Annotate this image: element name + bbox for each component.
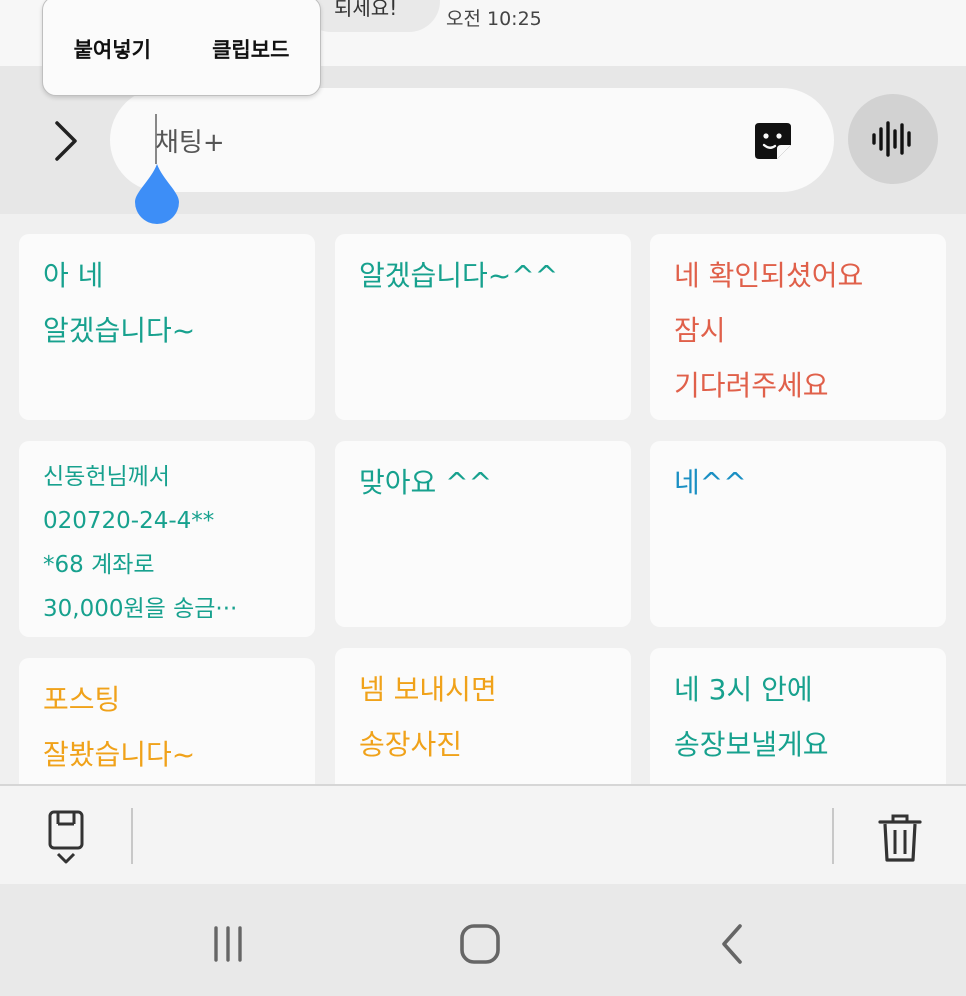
back-button[interactable] [708,920,756,968]
clipboard-item[interactable]: 아 네 알겠습니다~ [19,234,315,420]
back-icon [722,924,742,964]
message-input-text: 채팅+ [155,128,225,158]
clipboard-item[interactable]: 네 3시 안에 송장보낼게요 [650,648,946,784]
system-nav-bar [0,884,966,996]
clipboard-item-text: 알겠습니다~^^ [359,259,559,292]
trash-icon[interactable] [876,812,924,864]
voice-input-button[interactable] [848,94,938,184]
clipboard-item-text: 포스팅 잘봤습니다~ [43,683,196,771]
expand-button[interactable] [40,115,92,167]
clipboard-item-text: 맞아요 ^^ [359,466,493,499]
recents-button[interactable] [204,920,252,968]
clipboard-item[interactable]: 네^^ [650,441,946,627]
home-button[interactable] [456,920,504,968]
clipboard-item[interactable]: 신동헌님께서 020720-24-4** *68 계좌로 30,000원을 송금… [19,441,315,637]
sticker-icon [755,123,791,159]
clipboard-item-text: 네 확인되셨어요 잠시 기다려주세요 [674,259,864,402]
text-selection-handle[interactable] [133,162,181,224]
sticker-button[interactable] [750,118,796,164]
toolbar-divider [131,808,133,864]
clipboard-item[interactable]: 네 확인되셨어요 잠시 기다려주세요 [650,234,946,420]
clipboard-toolbar [0,784,966,884]
clipboard-item[interactable]: 알겠습니다~^^ [335,234,631,420]
voice-wave-icon [872,121,911,157]
recents-icon [214,926,242,962]
clipboard-item[interactable]: 포스팅 잘봤습니다~ [19,658,315,784]
paste-icon[interactable] [44,808,88,868]
toolbar-divider [832,808,834,864]
message-input[interactable]: 채팅+ [110,88,834,192]
home-icon [460,924,500,964]
message-bubble[interactable]: 되세요! [300,0,440,32]
clipboard-button[interactable]: 클립보드 [212,34,289,64]
message-timestamp: 오전 10:25 [446,8,542,30]
clipboard-item-text: 아 네 알겠습니다~ [43,259,196,347]
clipboard-item[interactable]: 넴 보내시면 송장사진 보내드릴게요^^ [335,648,631,784]
clipboard-item-text: 네 3시 안에 송장보낼게요 [674,673,829,761]
clipboard-grid: 아 네 알겠습니다~ 알겠습니다~^^ 네 확인되셨어요 잠시 기다려주세요 신… [0,214,966,784]
message-text: 되세요! [334,0,398,20]
paste-popup: 붙여넣기 클립보드 [42,0,321,96]
clipboard-item-text: 신동헌님께서 020720-24-4** *68 계좌로 30,000원을 송금… [43,464,238,622]
clipboard-item[interactable]: 맞아요 ^^ [335,441,631,627]
paste-button[interactable]: 붙여넣기 [74,34,151,64]
chevron-right-icon [55,121,77,161]
clipboard-item-text: 넴 보내시면 송장사진 보내드릴게요^^ [359,673,560,784]
clipboard-item-text: 네^^ [674,466,747,499]
